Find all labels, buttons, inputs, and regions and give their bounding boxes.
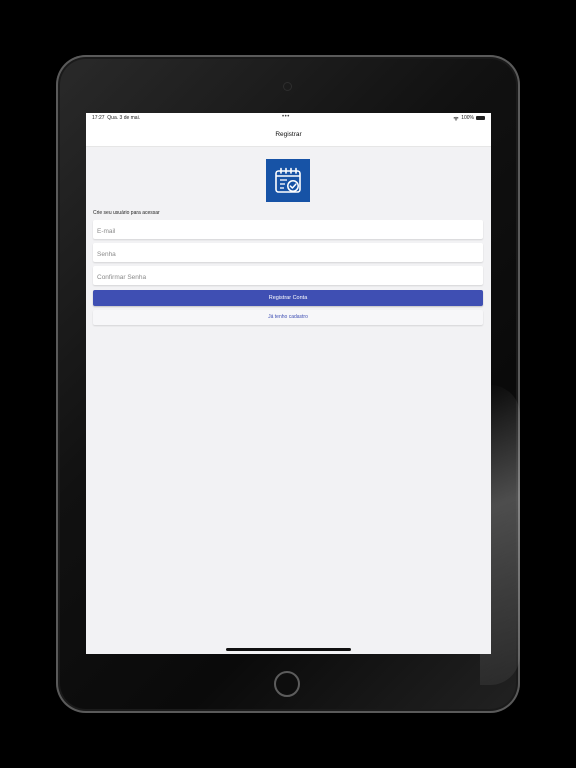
status-time: 17:27 Qua. 3 de mai. [92,115,140,121]
calendar-check-icon [275,167,301,193]
form-caption: Crie seu usuário para acessar [93,210,160,216]
status-indicators: 100% [453,115,485,121]
email-input[interactable] [97,222,483,241]
confirm-password-field[interactable] [93,266,483,287]
wifi-icon [453,116,459,121]
front-camera [284,83,291,90]
password-input[interactable] [97,245,483,264]
navigation-bar: Registrar [86,123,491,147]
status-bar: 17:27 Qua. 3 de mai. ••• 100% [86,113,491,123]
status-time-value: 17:27 [92,115,105,121]
page-title: Registrar [275,131,302,138]
app-screen: 17:27 Qua. 3 de mai. ••• 100% Registrar [86,113,491,654]
register-account-button[interactable]: Registrar Conta [93,290,483,306]
password-field[interactable] [93,243,483,264]
already-registered-button[interactable]: Já tenho cadastro [93,310,483,325]
multitasking-dots[interactable]: ••• [282,114,290,120]
email-field[interactable] [93,220,483,241]
app-logo [266,159,310,202]
home-button[interactable] [274,671,300,697]
battery-percentage: 100% [461,115,474,121]
confirm-password-input[interactable] [97,268,483,287]
home-indicator[interactable] [226,648,351,651]
battery-icon [476,116,485,120]
status-date: Qua. 3 de mai. [107,115,141,121]
